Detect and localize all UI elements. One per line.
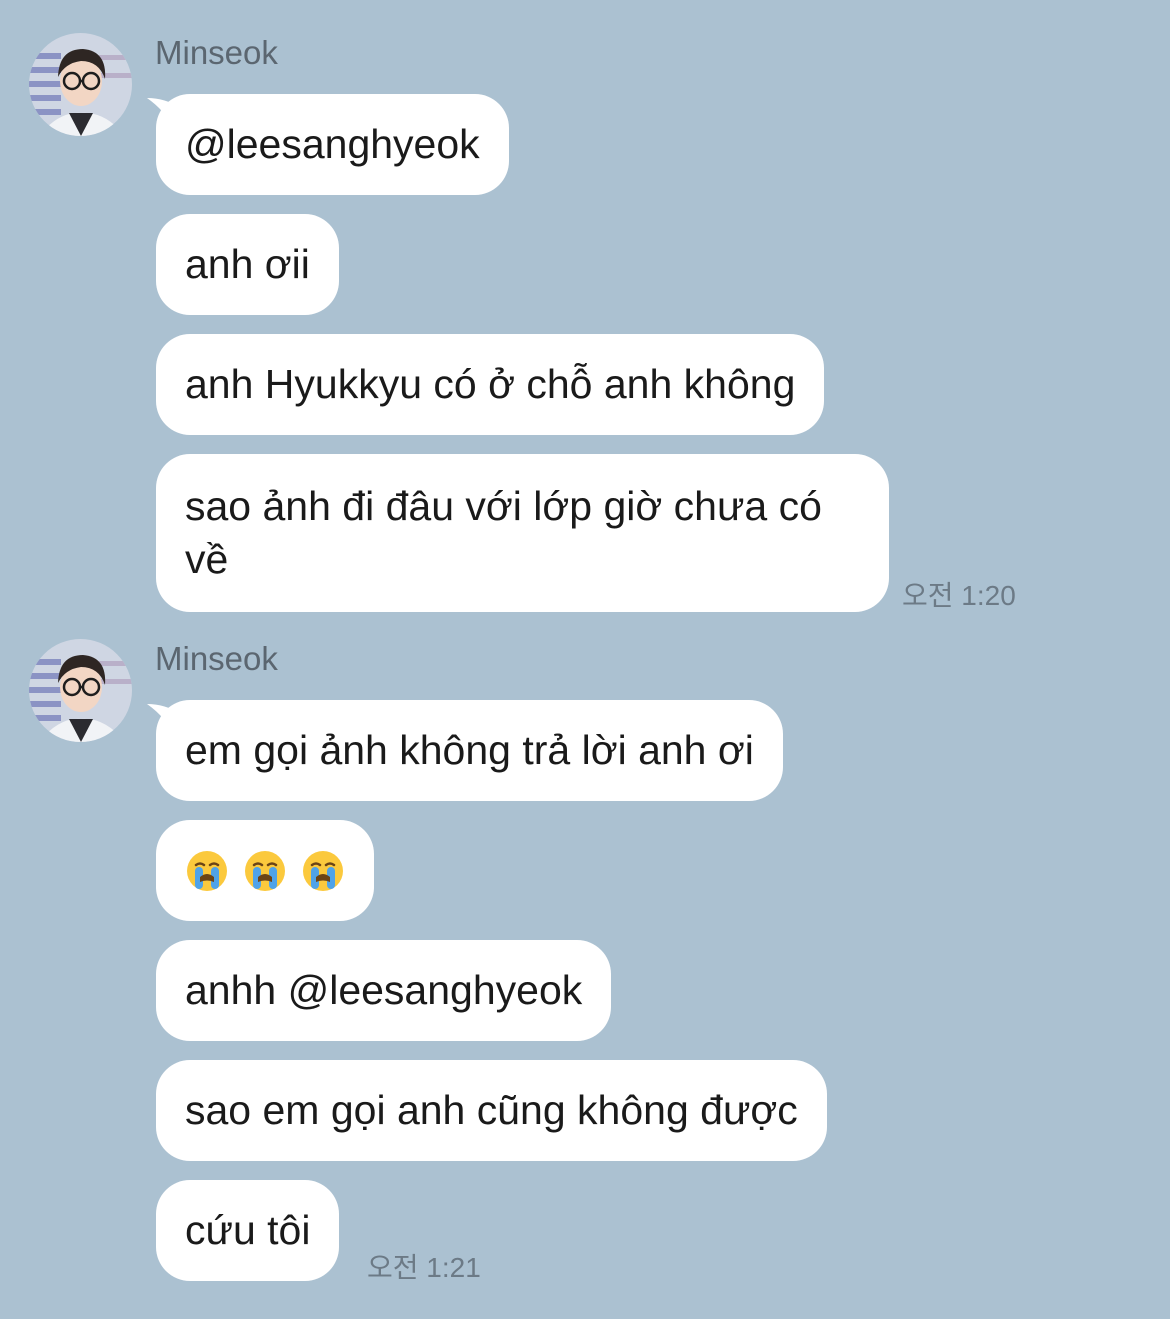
emoji-message-bubble[interactable] [156, 820, 374, 921]
message-timestamp: 오전 1:20 [902, 580, 1016, 611]
message-bubble[interactable]: anhh @leesanghyeok [156, 940, 612, 1041]
crying-face-icon [245, 850, 285, 891]
message-text: anh ơii [185, 241, 310, 287]
avatar[interactable] [29, 639, 132, 742]
sender-name: Minseok [155, 640, 278, 677]
profile-photo-icon [29, 33, 132, 136]
message-timestamp: 오전 1:21 [367, 1252, 481, 1283]
message-text: sao em gọi anh cũng không được [185, 1087, 798, 1133]
profile-photo-icon [29, 639, 132, 742]
crying-face-icon [303, 850, 343, 891]
message-bubble[interactable]: sao ảnh đi đâu với lớp giờ chưa có về [156, 454, 889, 612]
message-text: @leesanghyeok [185, 121, 480, 167]
message-text: anhh @leesanghyeok [185, 967, 583, 1013]
message-text: em gọi ảnh không trả lời anh ơi [185, 727, 754, 773]
sender-name: Minseok [155, 34, 278, 71]
message-text: cứu tôi [185, 1207, 311, 1253]
message-bubble[interactable]: anh Hyukkyu có ở chỗ anh không [156, 334, 825, 435]
message-text: sao ảnh đi đâu với lớp giờ chưa có về [185, 483, 822, 582]
message-bubble[interactable]: em gọi ảnh không trả lời anh ơi [156, 700, 783, 801]
message-bubble[interactable]: anh ơii [156, 214, 339, 315]
avatar[interactable] [29, 33, 132, 136]
message-text: anh Hyukkyu có ở chỗ anh không [185, 361, 796, 407]
message-bubble[interactable]: cứu tôi [156, 1180, 340, 1281]
crying-face-icon [187, 850, 227, 891]
message-bubble[interactable]: @leesanghyeok [156, 94, 509, 195]
message-bubble[interactable]: sao em gọi anh cũng không được [156, 1060, 827, 1161]
chat-area[interactable]: Minseok @leesanghyeok anh ơii anh Hyukky… [0, 0, 1170, 1319]
